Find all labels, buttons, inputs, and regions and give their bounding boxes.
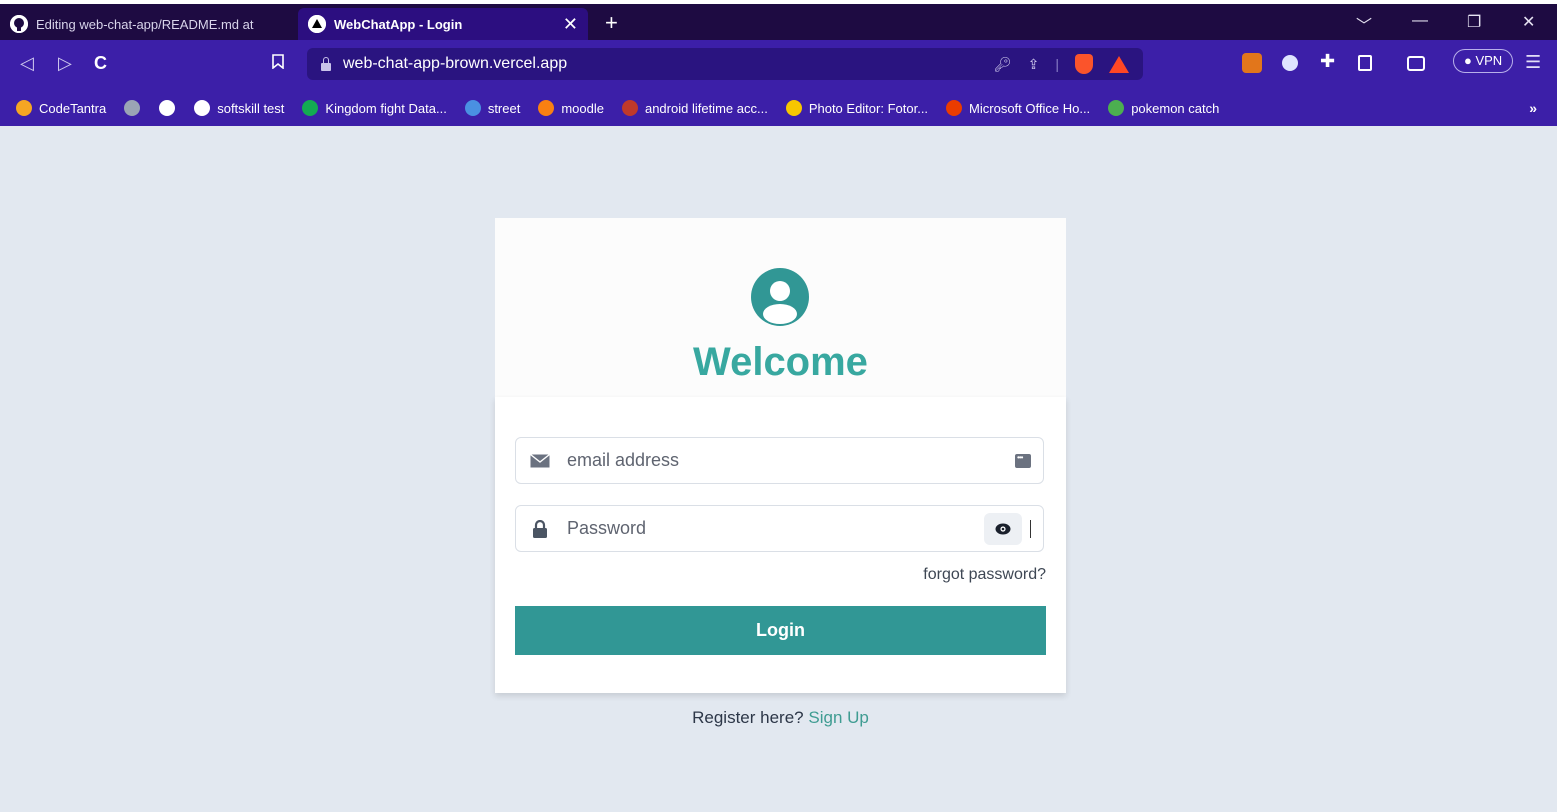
bookmark-item[interactable]: moodle bbox=[538, 100, 604, 116]
email-input[interactable] bbox=[565, 449, 1015, 472]
bookmark-label: moodle bbox=[561, 100, 604, 116]
browser-toolbar: ◁ ▷ C web-chat-app-brown.vercel.app 🔑︎ ⇪… bbox=[0, 40, 1557, 90]
restore-icon[interactable]: ❐ bbox=[1467, 12, 1481, 32]
bookmark-item[interactable] bbox=[159, 100, 182, 116]
bookmark-item[interactable]: android lifetime acc... bbox=[621, 100, 768, 116]
show-password-button[interactable] bbox=[984, 512, 1022, 545]
browser-tab-strip: Editing web-chat-app/README.md at WebCha… bbox=[0, 0, 1557, 40]
bookmark-label: android lifetime acc... bbox=[644, 100, 768, 116]
bookmark-label: softskill test bbox=[217, 100, 285, 116]
sun-icon bbox=[16, 100, 32, 116]
bookmark-item[interactable]: Kingdom fight Data... bbox=[302, 100, 447, 116]
envelope-icon bbox=[530, 453, 550, 468]
bookmark-item[interactable]: Photo Editor: Fotor... bbox=[785, 100, 929, 116]
bookmark-item[interactable] bbox=[124, 100, 147, 116]
address-url: web-chat-app-brown.vercel.app bbox=[343, 55, 568, 72]
globe-icon bbox=[194, 100, 211, 116]
sidebar-icon[interactable] bbox=[1358, 55, 1372, 71]
share-icon[interactable]: ⇪ bbox=[1028, 56, 1040, 73]
register-prompt: Register here? Sign Up bbox=[495, 708, 1066, 728]
mongodb-leaf-icon bbox=[302, 100, 319, 116]
key-icon[interactable]: 🔑︎ bbox=[994, 56, 1012, 73]
password-input[interactable] bbox=[565, 517, 984, 540]
bookmark-item[interactable]: street bbox=[464, 100, 521, 116]
image-icon bbox=[124, 100, 141, 116]
vpn-label: VPN bbox=[1475, 53, 1503, 68]
reload-icon[interactable]: C bbox=[94, 53, 107, 74]
eye-icon bbox=[995, 523, 1011, 534]
bookmark-label: Kingdom fight Data... bbox=[325, 100, 447, 116]
office-icon bbox=[946, 100, 963, 116]
bookmark-label: Photo Editor: Fotor... bbox=[808, 100, 929, 116]
bookmark-label: Microsoft Office Ho... bbox=[969, 100, 1091, 116]
bookmarks-bar: CodeTantra softskill test Kingdom fight Da… bbox=[0, 90, 1557, 126]
globe-icon bbox=[159, 100, 176, 116]
password-field[interactable] bbox=[515, 505, 1044, 552]
moodle-icon bbox=[538, 100, 555, 116]
vpn-button[interactable]: ● VPN bbox=[1453, 49, 1514, 73]
lock-icon bbox=[530, 519, 550, 538]
fotor-icon bbox=[785, 100, 802, 116]
close-tab-icon[interactable]: ✕ bbox=[563, 14, 578, 35]
menu-icon[interactable]: ☰ bbox=[1525, 52, 1541, 73]
vercel-triangle-icon bbox=[308, 15, 326, 33]
address-bar[interactable]: web-chat-app-brown.vercel.app 🔑︎ ⇪ | bbox=[307, 48, 1143, 80]
bookmark-label: pokemon catch bbox=[1131, 100, 1220, 116]
github-icon bbox=[10, 15, 28, 33]
bookmark-label: CodeTantra bbox=[39, 100, 107, 116]
metamask-icon[interactable] bbox=[1242, 53, 1262, 73]
bookmark-item[interactable]: CodeTantra bbox=[16, 100, 106, 116]
extensions-puzzle-icon[interactable]: ✚ bbox=[1320, 51, 1340, 71]
tab-webchatapp-login[interactable]: WebChatApp - Login ✕ bbox=[298, 8, 588, 40]
tab-search-chevron-icon[interactable]: ﹀ bbox=[1356, 12, 1372, 36]
register-text: Register here? bbox=[692, 708, 804, 727]
wallet-icon[interactable] bbox=[1407, 56, 1425, 71]
divider: | bbox=[1055, 56, 1059, 72]
avatar-icon bbox=[621, 100, 638, 116]
autofill-icon[interactable] bbox=[1015, 453, 1031, 468]
minimize-icon[interactable]: — bbox=[1412, 12, 1428, 30]
tab-title: WebChatApp - Login bbox=[334, 16, 463, 32]
login-button[interactable]: Login bbox=[515, 606, 1046, 655]
text-cursor bbox=[1030, 519, 1031, 538]
bookmark-icon[interactable] bbox=[272, 53, 284, 74]
back-icon[interactable]: ◁ bbox=[20, 53, 34, 74]
email-field[interactable] bbox=[515, 437, 1044, 484]
close-window-icon[interactable]: ✕ bbox=[1522, 12, 1535, 32]
address-bar-actions: 🔑︎ ⇪ | bbox=[994, 54, 1129, 74]
bookmark-item[interactable]: softskill test bbox=[194, 100, 284, 116]
brave-rewards-icon[interactable] bbox=[1109, 55, 1129, 73]
tab-title: Editing web-chat-app/README.md at bbox=[36, 16, 254, 32]
sign-up-link[interactable]: Sign Up bbox=[808, 708, 868, 727]
bookmark-item[interactable]: Microsoft Office Ho... bbox=[946, 100, 1090, 116]
pokemon-icon bbox=[1108, 100, 1125, 116]
bookmark-label: street bbox=[487, 100, 521, 116]
new-tab-icon[interactable]: + bbox=[605, 12, 618, 34]
tab-readme[interactable]: Editing web-chat-app/README.md at bbox=[0, 8, 290, 40]
brave-shields-icon[interactable] bbox=[1075, 54, 1093, 74]
forward-icon[interactable]: ▷ bbox=[58, 53, 72, 74]
bookmarks-overflow-icon[interactable]: » bbox=[1529, 100, 1537, 116]
user-avatar-icon bbox=[751, 268, 809, 326]
globe-blue-icon bbox=[464, 100, 481, 116]
extension-cloud-icon[interactable] bbox=[1282, 55, 1298, 71]
page-title: Welcome bbox=[693, 340, 868, 384]
lock-icon bbox=[321, 57, 331, 71]
bookmark-item[interactable]: pokemon catch bbox=[1108, 100, 1219, 116]
forgot-password-link[interactable]: forgot password? bbox=[880, 566, 1046, 584]
